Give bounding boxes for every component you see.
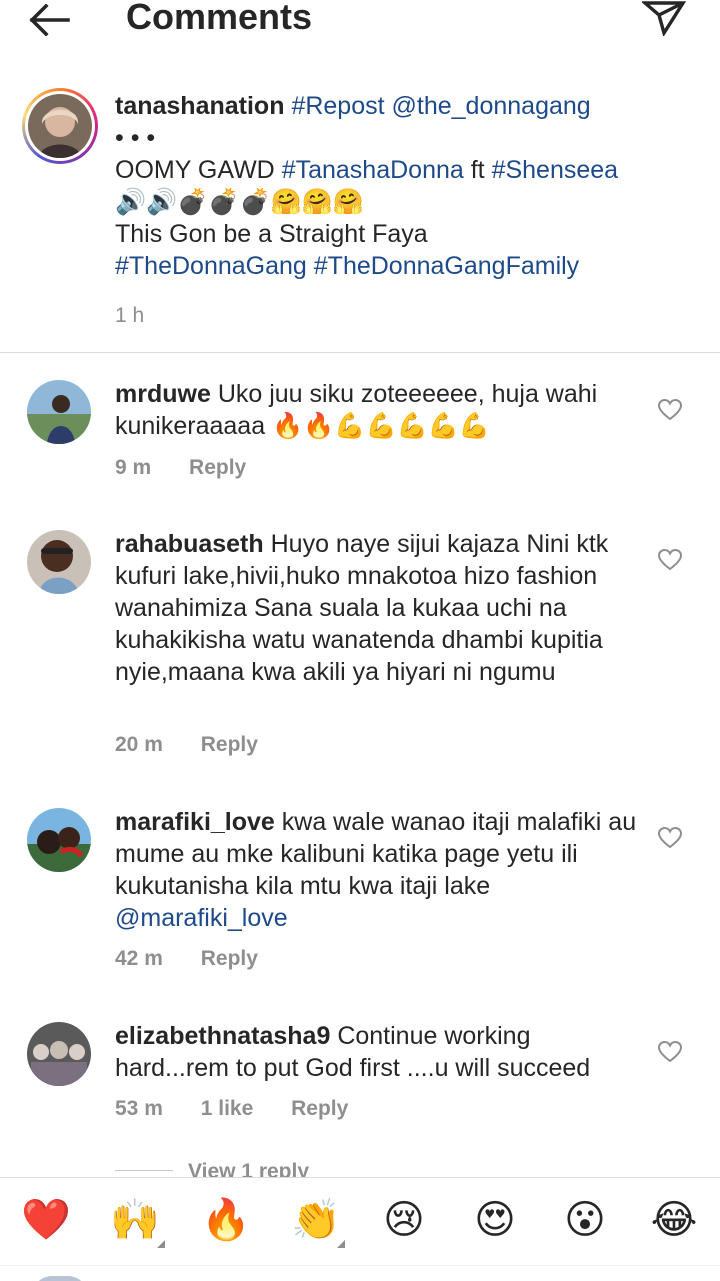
heart-outline-icon[interactable]: [658, 827, 682, 849]
raised-hands-emoji-button[interactable]: 🙌: [110, 1196, 160, 1244]
comment-meta: 42 m Reply: [115, 947, 290, 971]
caption-line3: This Gon be a Straight Faya: [115, 220, 428, 248]
comment-text: rahabuaseth Huyo naye sijui kajaza Nini …: [115, 528, 645, 688]
comment-text: marafiki_love kwa wale wanao itaji malaf…: [115, 806, 645, 934]
like-count[interactable]: 1 like: [201, 1097, 254, 1120]
heart-eyes-emoji-button[interactable]: 😍: [471, 1196, 519, 1244]
hashtag-repost[interactable]: #Repost: [291, 92, 384, 120]
variant-indicator-icon: [337, 1240, 345, 1248]
page-title: Comments: [126, 0, 313, 37]
avatar[interactable]: [27, 530, 91, 594]
arrow-left-icon[interactable]: [28, 4, 72, 36]
comment-time: 20 m: [115, 733, 163, 756]
caption-username[interactable]: tanashanation: [115, 92, 284, 120]
comment-time: 9 m: [115, 456, 152, 479]
comment-time: 53 m: [115, 1097, 163, 1120]
avatar[interactable]: [27, 808, 91, 872]
heart-outline-icon[interactable]: [658, 549, 682, 571]
hashtag-shenseea[interactable]: #Shenseea: [492, 156, 619, 184]
caption-dots: • • •: [115, 124, 156, 152]
story-ring[interactable]: [22, 88, 98, 164]
view-replies-label: View 1 reply: [188, 1160, 310, 1178]
post-caption: tanashanation #Repost @the_donnagang • •…: [0, 86, 720, 352]
caption-text: tanashanation #Repost @the_donnagang • •…: [115, 90, 695, 282]
caption-time: 1 h: [115, 304, 145, 327]
mention-the-donnagang[interactable]: @the_donnagang: [392, 92, 591, 120]
paper-plane-icon[interactable]: [642, 0, 686, 36]
reply-button[interactable]: Reply: [189, 456, 246, 479]
caption-emojis: 🔊🔊💣💣💣🤗🤗🤗: [115, 188, 365, 216]
comment-meta: 53 m 1 like Reply: [115, 1097, 380, 1121]
reply-button[interactable]: Reply: [291, 1097, 348, 1120]
avatar[interactable]: [27, 380, 91, 444]
caption-ft: ft: [463, 156, 492, 184]
avatar: [28, 94, 92, 158]
comment-username[interactable]: elizabethnatasha9: [115, 1022, 330, 1050]
fire-emoji-button[interactable]: 🔥: [201, 1196, 251, 1244]
heart-outline-icon[interactable]: [658, 1041, 682, 1063]
comment-text: mrduwe Uko juu siku zoteeeeee, huja wahi…: [115, 378, 645, 442]
comment-username[interactable]: marafiki_love: [115, 808, 275, 836]
crying-face-emoji-button[interactable]: 😢: [380, 1196, 428, 1244]
comment-text: elizabethnatasha9 Continue working hard.…: [115, 1020, 645, 1084]
heart-outline-icon[interactable]: [658, 399, 682, 421]
reply-button[interactable]: Reply: [201, 947, 258, 970]
comment-meta: 20 m Reply: [115, 733, 290, 757]
clapping-hands-emoji-button[interactable]: 👏: [291, 1196, 341, 1244]
top-bar: Comments: [0, 0, 720, 44]
caption-line1: OOMY GAWD: [115, 156, 282, 184]
hashtag-thedonnagang[interactable]: #TheDonnaGang: [115, 252, 307, 280]
comment-time: 42 m: [115, 947, 163, 970]
reply-button[interactable]: Reply: [201, 733, 258, 756]
surprised-face-emoji-button[interactable]: 😮: [561, 1196, 609, 1244]
variant-indicator-icon: [157, 1240, 165, 1248]
divider: [0, 352, 720, 353]
avatar[interactable]: [27, 1022, 91, 1086]
comment-username[interactable]: rahabuaseth: [115, 530, 264, 558]
tears-of-joy-emoji-button[interactable]: 😂: [650, 1196, 698, 1244]
emoji-reaction-bar: ❤️ 🙌 🔥 👏 😢 😍 😮 😂: [0, 1177, 720, 1265]
hashtag-tanashadonna[interactable]: #TanashaDonna: [282, 156, 464, 184]
view-replies-line: [115, 1170, 173, 1171]
mention-marafiki-love[interactable]: @marafiki_love: [115, 904, 288, 932]
comment-composer-edge: [0, 1265, 720, 1281]
comment-username[interactable]: mrduwe: [115, 380, 211, 408]
view-replies-button[interactable]: View 1 reply: [115, 1160, 415, 1178]
comment-meta: 9 m Reply: [115, 456, 278, 480]
red-heart-emoji-button[interactable]: ❤️: [21, 1196, 71, 1244]
avatar: [32, 1276, 88, 1281]
hashtag-thedonnagangfamily[interactable]: #TheDonnaGangFamily: [314, 252, 579, 280]
